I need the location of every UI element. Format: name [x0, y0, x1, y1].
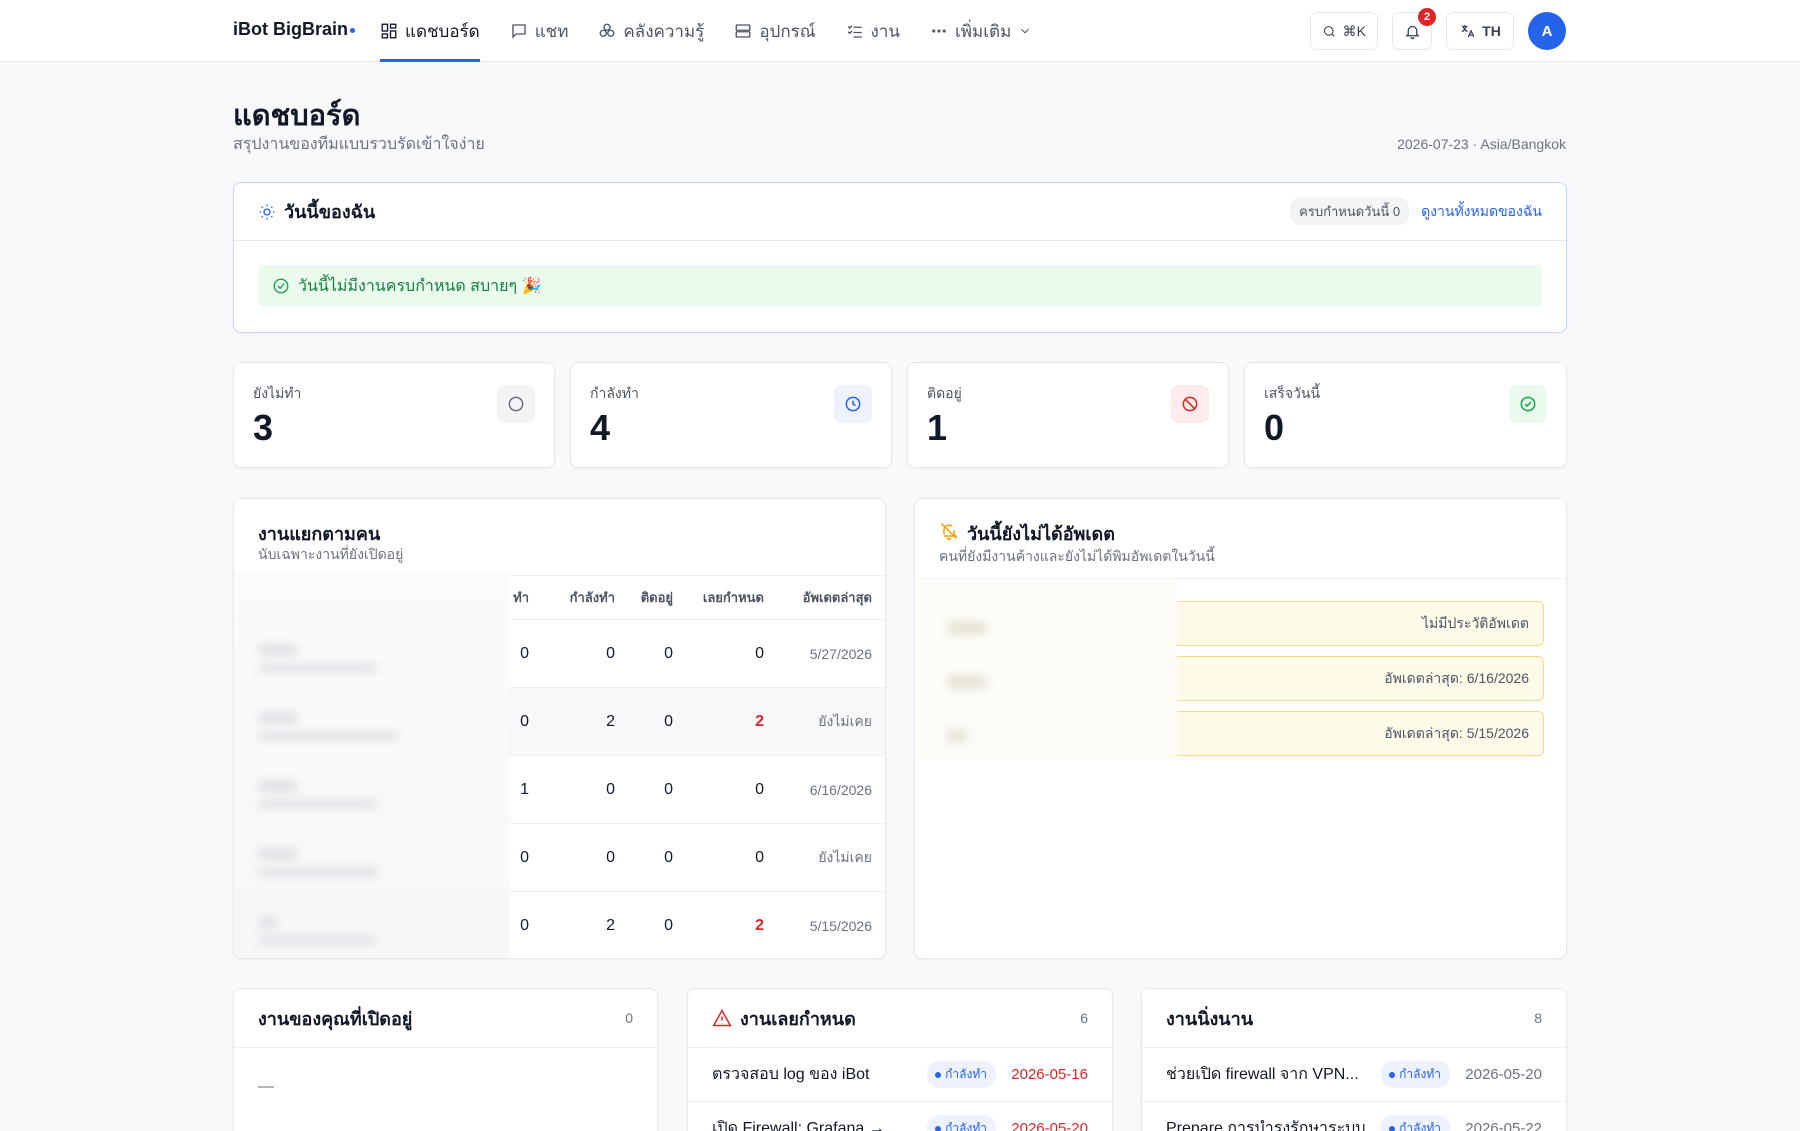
stat-done-today: เสร็จวันนี้ 0 — [1244, 362, 1567, 468]
server-icon — [735, 24, 751, 38]
list-item[interactable]: ตรวจสอบ log ของ iBot กำลังทำ 2026-05-16 — [688, 1048, 1112, 1102]
blocked-icon — [1182, 396, 1198, 412]
my-open-tasks-card: งานของคุณที่เปิดอยู่ 0 — — [233, 988, 658, 1131]
empty-placeholder: — — [258, 1078, 274, 1095]
sun-icon — [259, 204, 275, 219]
not-updated-card: วันนี้ยังไม่ได้อัพเดต คนที่ยังมีงานค้างแ… — [914, 498, 1567, 959]
translate-icon — [1461, 24, 1475, 37]
nav-chat[interactable]: แชท — [510, 0, 568, 62]
tasks-by-person-subtitle: นับเฉพาะงานที่ยังเปิดอยู่ — [258, 546, 404, 562]
redacted-names — [915, 579, 1177, 759]
not-updated-title: วันนี้ยังไม่ได้อัพเดต — [967, 524, 1115, 544]
notifications-button[interactable]: 2 — [1392, 8, 1436, 50]
brand-logo[interactable]: iBot BigBrain — [233, 19, 355, 40]
overdue-tasks-card: งานเลยกำหนด 6 ตรวจสอบ log ของ iBot กำลัง… — [687, 988, 1113, 1131]
today-card: วันนี้ของฉัน ครบกำหนดวันนี้ 0 ดูงานทั้งห… — [233, 182, 1567, 333]
status-badge: กำลังทำ — [1381, 1061, 1450, 1088]
stat-todo: ยังไม่ทำ 3 — [233, 362, 555, 468]
top-navbar: iBot BigBrain แดชบอร์ด แชท คลังความรู้ อ… — [0, 0, 1800, 62]
stat-in-progress: กำลังทำ 4 — [570, 362, 892, 468]
my-open-tasks-count: 0 — [625, 1010, 633, 1026]
status-badge: กำลังทำ — [927, 1061, 996, 1088]
clock-icon — [845, 396, 861, 412]
check-circle-icon — [273, 278, 289, 294]
stale-tasks-card: งานนิ่งนาน 8 ช่วยเปิด firewall จาก VPN..… — [1141, 988, 1567, 1131]
overdue-tasks-count: 6 — [1080, 1010, 1088, 1026]
nav-tasks[interactable]: งาน — [846, 0, 900, 62]
list-item[interactable]: เปิด Firewall: Grafana → กำลังทำ 2026-05… — [688, 1102, 1112, 1131]
notification-count: 2 — [1418, 8, 1436, 26]
nav-knowledge[interactable]: คลังความรู้ — [598, 0, 704, 62]
stale-tasks-title: งานนิ่งนาน — [1166, 1008, 1254, 1029]
stat-blocked: ติดอยู่ 1 — [907, 362, 1229, 468]
more-icon — [932, 29, 946, 33]
check-circle-icon — [1520, 396, 1536, 412]
chevron-down-icon — [1021, 28, 1030, 34]
main-nav: แดชบอร์ด แชท คลังความรู้ อุปกรณ์ งาน เพิ… — [380, 0, 1032, 62]
due-today-badge: ครบกำหนดวันนี้ 0 — [1290, 198, 1410, 225]
list-item[interactable]: Prepare การบำรุงรักษาระบบ กำลังทำ 2026-0… — [1142, 1102, 1566, 1131]
page-subtitle: สรุปงานของทีมแบบรวบรัดเข้าใจง่าย — [233, 136, 485, 153]
bell-icon — [1404, 25, 1420, 39]
circle-icon — [508, 396, 524, 412]
tasks-icon — [847, 25, 862, 38]
user-avatar[interactable]: A — [1528, 12, 1566, 50]
language-button[interactable]: TH — [1446, 12, 1514, 50]
view-all-my-tasks-link[interactable]: ดูงานทั้งหมดของฉัน — [1421, 201, 1542, 223]
list-item[interactable]: ช่วยเปิด firewall จาก VPN... กำลังทำ 202… — [1142, 1048, 1566, 1102]
tasks-by-person-card: งานแยกตามคน นับเฉพาะงานที่ยังเปิดอยู่ ทำ… — [233, 498, 886, 959]
nav-more[interactable]: เพิ่มเติม — [930, 0, 1032, 62]
page-date: 2026-07-23 · Asia/Bangkok — [1397, 136, 1566, 152]
redacted-names — [234, 573, 509, 958]
my-open-tasks-title: งานของคุณที่เปิดอยู่ — [258, 1008, 413, 1029]
status-badge: กำลังทำ — [927, 1115, 996, 1131]
today-title: วันนี้ของฉัน — [284, 202, 376, 222]
stale-tasks-count: 8 — [1534, 1010, 1542, 1026]
search-icon — [1323, 25, 1335, 37]
search-button[interactable]: ⌘K — [1310, 12, 1378, 50]
warning-icon — [712, 1008, 732, 1027]
nav-devices[interactable]: อุปกรณ์ — [734, 0, 816, 62]
knowledge-icon — [599, 23, 615, 37]
bell-off-icon — [940, 522, 958, 541]
nav-dashboard[interactable]: แดชบอร์ด — [380, 0, 480, 62]
today-message: วันนี้ไม่มีงานครบกำหนด สบายๆ 🎉 — [258, 265, 1542, 307]
status-badge: กำลังทำ — [1381, 1115, 1450, 1131]
not-updated-subtitle: คนที่ยังมีงานค้างและยังไม่ได้พิมอัพเดตใน… — [939, 548, 1215, 564]
overdue-tasks-title: งานเลยกำหนด — [740, 1008, 856, 1029]
dashboard-icon — [381, 23, 397, 39]
chat-icon — [512, 24, 526, 39]
